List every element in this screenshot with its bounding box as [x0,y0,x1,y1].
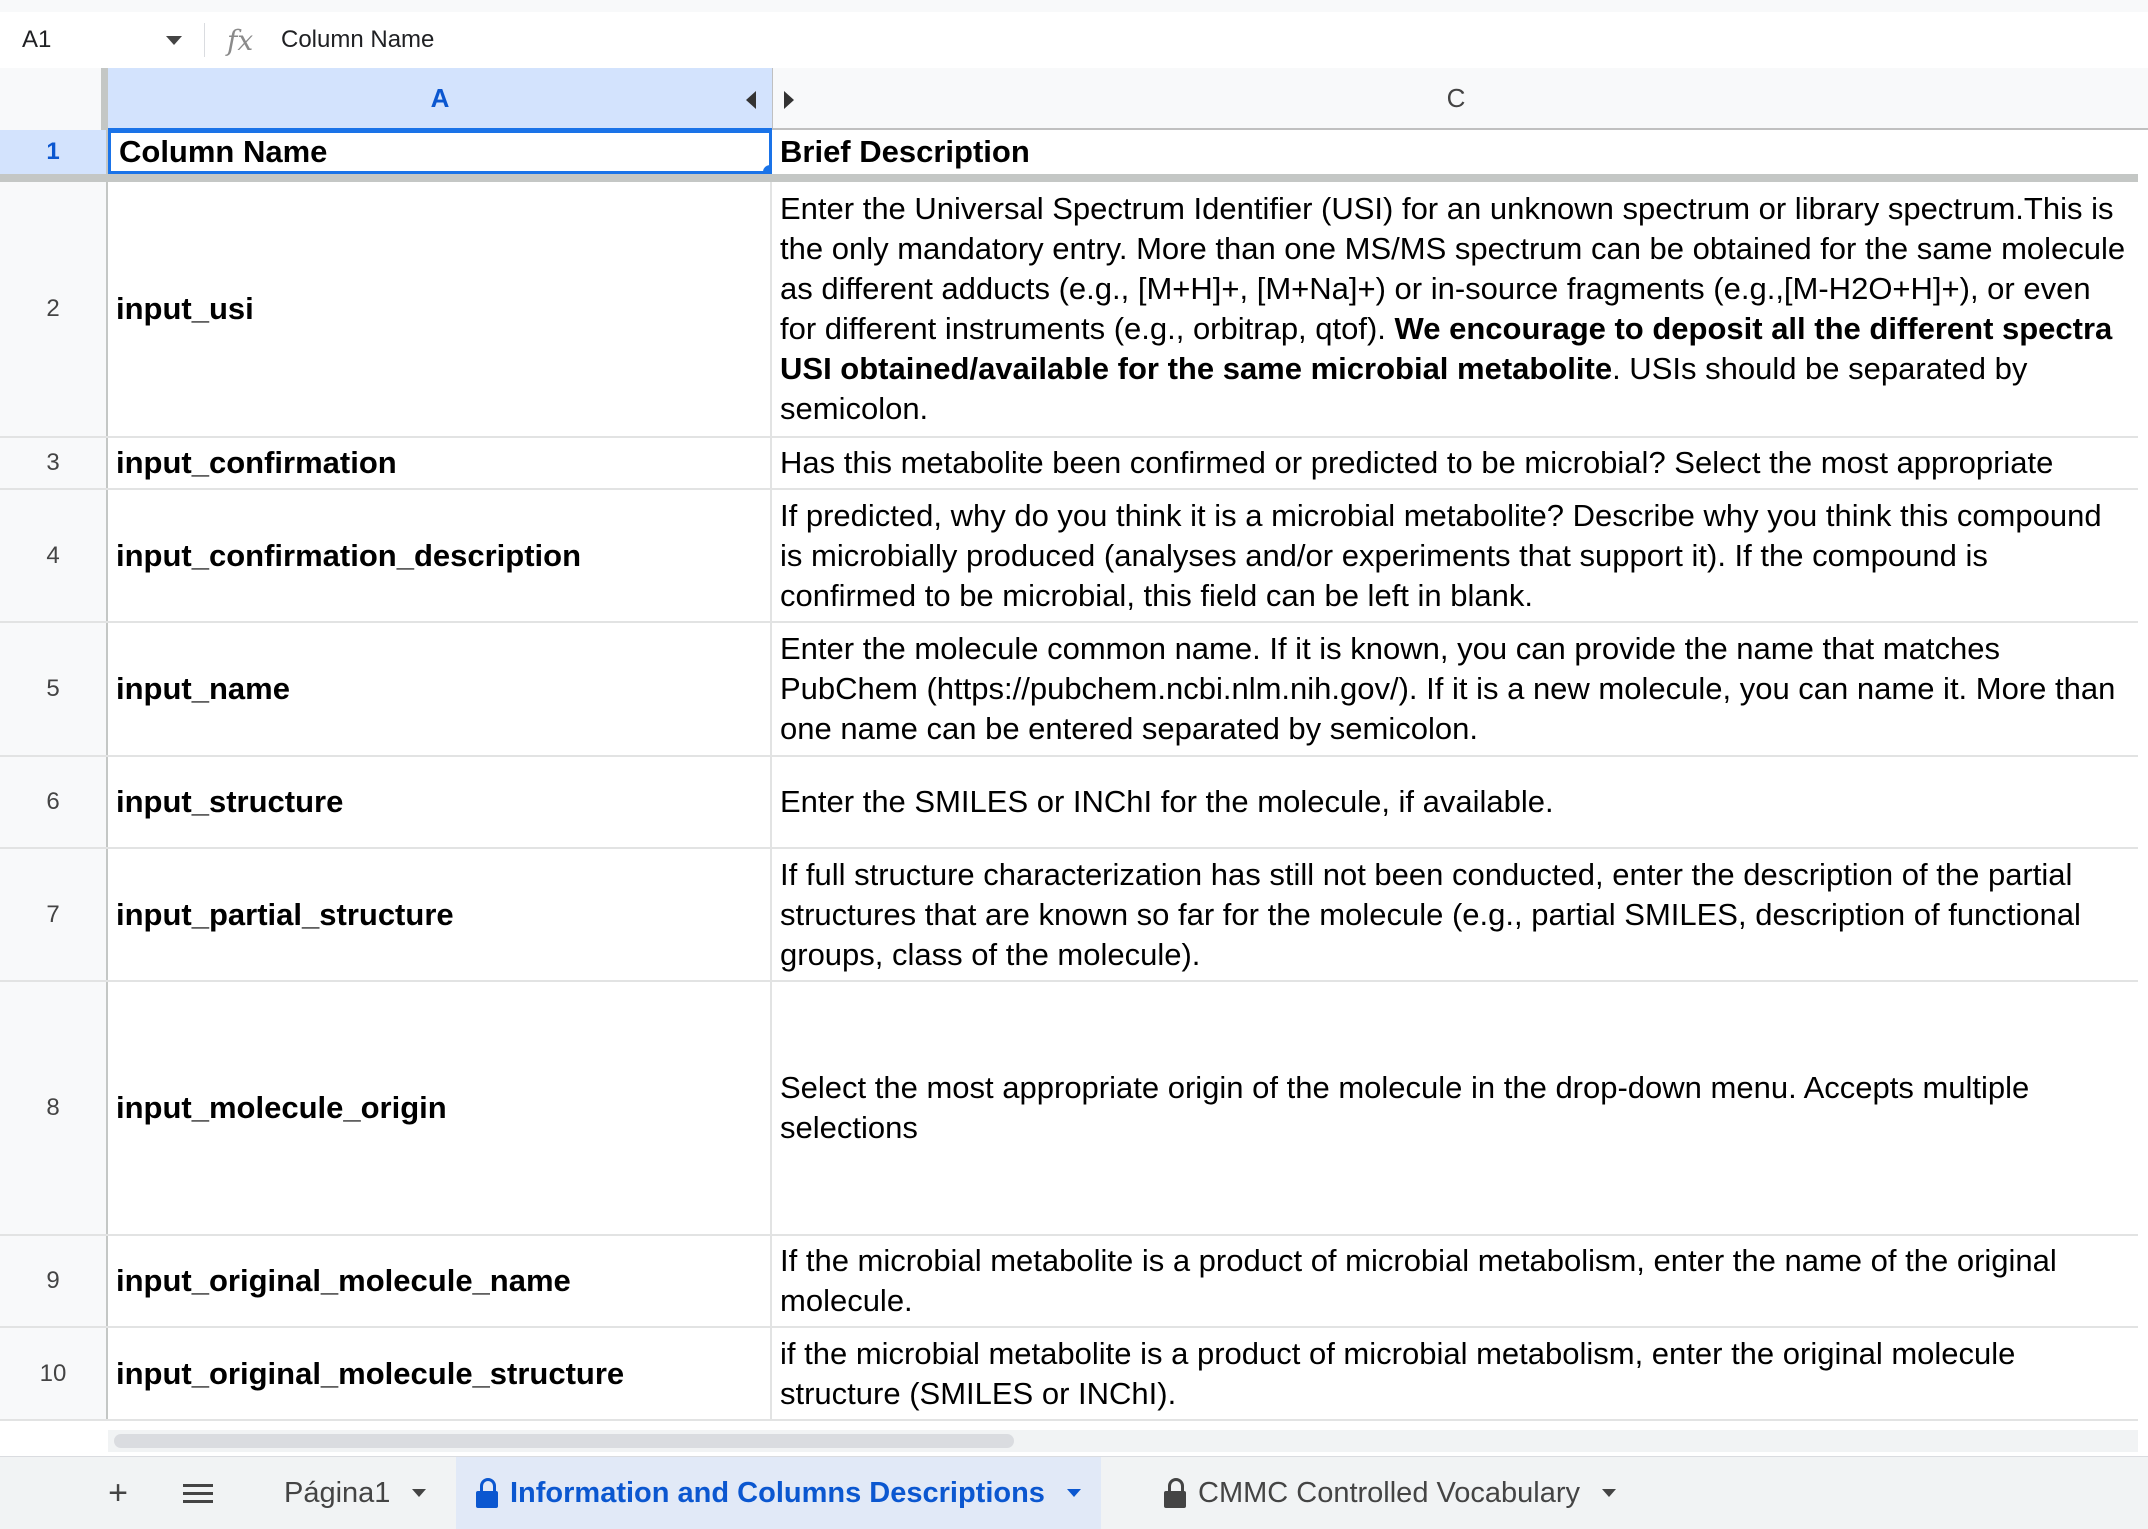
hamburger-icon [183,1479,213,1508]
cell-text: input_original_molecule_structure [116,1355,625,1391]
plus-icon: + [108,1473,128,1512]
row-header[interactable]: 1 [0,130,108,174]
cell-text: If the microbial metabolite is a product… [780,1243,2057,1318]
cell-text: Has this metabolite been confirmed or pr… [780,445,2054,480]
formula-bar: A1 fx Column Name [0,12,2148,69]
sheet-tab-information-and-columns-descriptions[interactable]: Information and Columns Descriptions [456,1457,1101,1529]
cell-text: Brief Description [780,134,1030,169]
cell-text: If predicted, why do you think it is a m… [780,497,2102,613]
horizontal-scrollbar-thumb[interactable] [114,1434,1014,1448]
row-header[interactable]: 4 [0,490,108,621]
all-sheets-button[interactable] [178,1457,218,1529]
sheet-tab-pagina1[interactable]: Página1 [264,1457,446,1529]
name-box-dropdown-icon[interactable] [166,36,182,45]
cell-c3[interactable]: Has this metabolite been confirmed or pr… [772,438,2138,488]
cell-text: input_original_molecule_name [116,1263,571,1298]
cell-c9[interactable]: If the microbial metabolite is a product… [772,1236,2138,1326]
name-box[interactable]: A1 [0,12,196,68]
cell-text: Column Name [119,134,328,169]
cell-text: input_molecule_origin [116,1090,447,1125]
sheet-tab-bar: + Página1 Information and Columns Descri… [0,1456,2148,1529]
formula-bar-divider [204,23,205,57]
row-header[interactable]: 3 [0,438,108,488]
lock-icon [476,1478,498,1508]
cell-a10[interactable]: input_original_molecule_structure [108,1328,772,1419]
cell-text: Enter the Universal Spectrum Identifier … [780,189,2132,429]
cell-text: If full structure characterization has s… [780,856,2081,972]
row-header[interactable]: 5 [0,623,108,755]
row-header[interactable]: 8 [0,982,108,1234]
cell-c10[interactable]: if the microbial metabolite is a product… [772,1328,2138,1419]
table-row: 2 input_usi Enter the Universal Spectrum… [0,182,2138,438]
lock-icon [1164,1478,1186,1508]
table-row: 4 input_confirmation_description If pred… [0,490,2138,623]
table-row: 9 input_original_molecule_name If the mi… [0,1236,2138,1328]
row-header[interactable]: 2 [0,182,108,436]
table-row: 8 input_molecule_origin Select the most … [0,982,2138,1236]
chevron-down-icon[interactable] [412,1489,427,1497]
cell-a6[interactable]: input_structure [108,757,772,847]
cell-text: Select the most appropriate origin of th… [780,1070,2030,1145]
cell-text: input_usi [116,291,254,326]
cell-text: Enter the SMILES or INChI for the molecu… [780,784,1554,819]
cell-c2[interactable]: Enter the Universal Spectrum Identifier … [772,182,2138,436]
hidden-column-right-arrow-icon[interactable] [784,91,794,109]
cell-text: Enter the molecule common name. If it is… [780,631,2116,746]
cell-a3[interactable]: input_confirmation [108,438,772,488]
row-header[interactable]: 10 [0,1328,108,1419]
cell-a1[interactable]: Column Name [108,130,772,174]
cell-c1[interactable]: Brief Description [772,130,2138,174]
rows-container: 1 Column Name Brief Description 2 input_… [0,130,2138,1421]
row-header[interactable]: 7 [0,849,108,980]
chevron-down-icon[interactable] [1066,1489,1081,1497]
row-header[interactable]: 9 [0,1236,108,1326]
sheet-tab-cmmc-controlled-vocabulary[interactable]: CMMC Controlled Vocabulary [1144,1457,1636,1529]
cell-a4[interactable]: input_confirmation_description [108,490,772,621]
cell-a7[interactable]: input_partial_structure [108,849,772,980]
sheet-tab-label: Information and Columns Descriptions [510,1476,1045,1509]
add-sheet-button[interactable]: + [96,1457,140,1529]
hidden-column-left-arrow-icon[interactable] [746,91,756,109]
cell-text: input_structure [116,784,344,819]
column-header-row: A C [0,68,2148,130]
sheet-tab-label: Página1 [284,1476,391,1509]
sheet-tab-label: CMMC Controlled Vocabulary [1198,1476,1580,1509]
cell-text: input_partial_structure [116,896,454,932]
cell-c8[interactable]: Select the most appropriate origin of th… [772,982,2138,1234]
cell-a8[interactable]: input_molecule_origin [108,982,772,1234]
select-all-corner[interactable] [0,68,108,130]
top-strip [0,0,2148,12]
cell-c5[interactable]: Enter the molecule common name. If it is… [772,623,2138,755]
cell-text: input_confirmation_description [116,537,582,573]
table-row: 5 input_name Enter the molecule common n… [0,623,2138,757]
column-header-a[interactable]: A [108,68,772,130]
fill-handle[interactable] [761,163,769,171]
cell-c4[interactable]: If predicted, why do you think it is a m… [772,490,2138,621]
cell-text: input_confirmation [116,445,397,480]
cell-a5[interactable]: input_name [108,623,772,755]
cell-a9[interactable]: input_original_molecule_name [108,1236,772,1326]
formula-input[interactable]: Column Name [281,26,434,54]
cell-text: if the microbial metabolite is a product… [780,1335,2016,1411]
cell-c6[interactable]: Enter the SMILES or INChI for the molecu… [772,757,2138,847]
cell-c7[interactable]: If full structure characterization has s… [772,849,2138,980]
table-row: 6 input_structure Enter the SMILES or IN… [0,757,2138,849]
cell-reference: A1 [22,26,52,53]
row-header[interactable]: 6 [0,757,108,847]
table-row: 1 Column Name Brief Description [0,130,2138,182]
cell-text: input_name [116,671,290,706]
table-row: 10 input_original_molecule_structure if … [0,1328,2138,1421]
column-header-c[interactable]: C [772,68,2139,128]
cell-a2[interactable]: input_usi [108,182,772,436]
fx-icon: fx [227,23,254,57]
chevron-down-icon[interactable] [1601,1489,1616,1497]
table-row: 7 input_partial_structure If full struct… [0,849,2138,982]
table-row: 3 input_confirmation Has this metabolite… [0,438,2138,490]
horizontal-scrollbar[interactable] [108,1430,2138,1452]
